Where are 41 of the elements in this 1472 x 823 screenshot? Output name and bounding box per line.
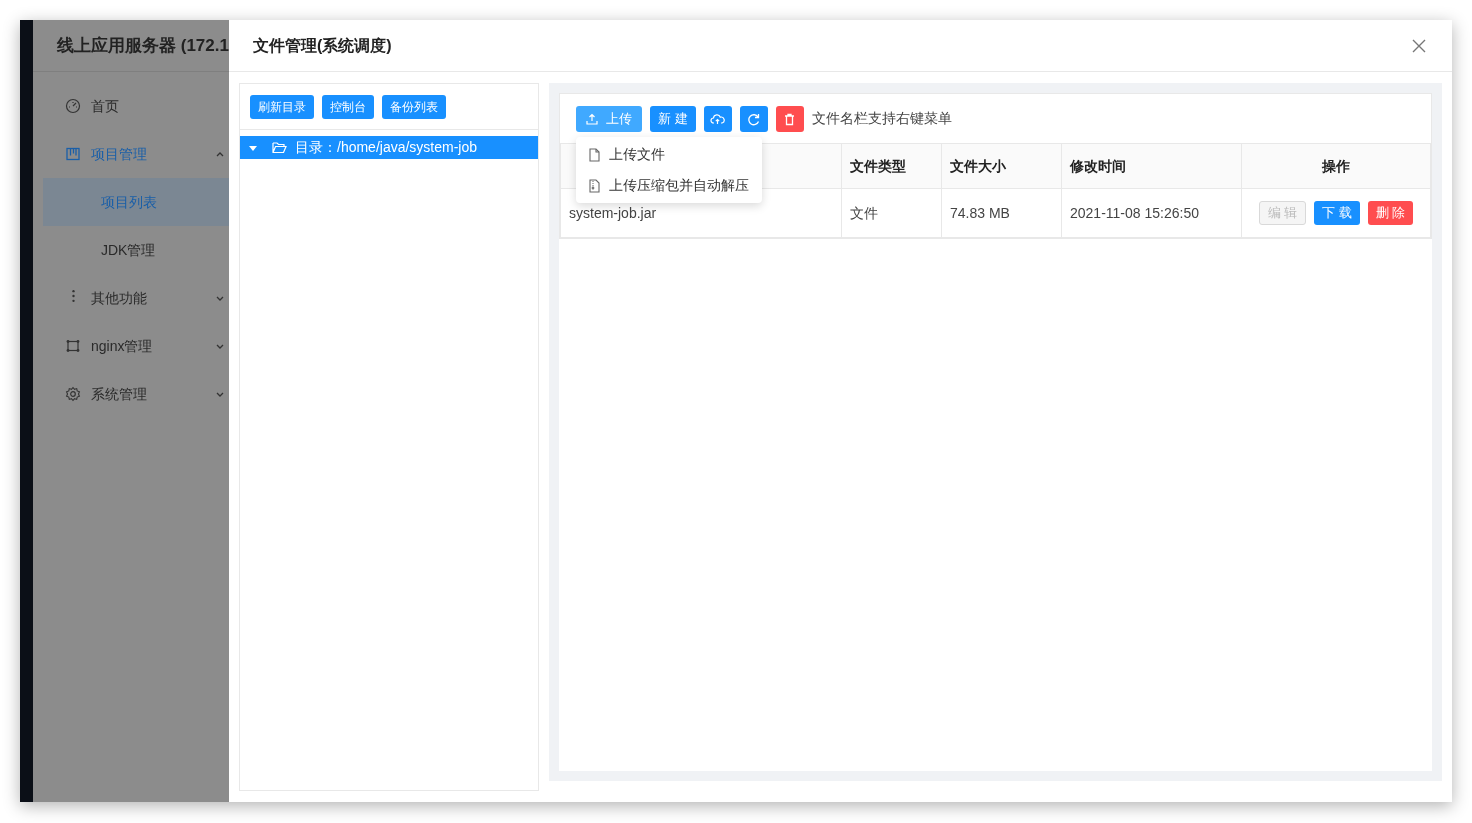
table-cell: 2021-11-08 15:26:50: [1061, 188, 1242, 238]
folder-icon: [272, 141, 287, 154]
gauge-icon: [65, 98, 81, 114]
close-icon[interactable]: [1412, 38, 1426, 53]
menu-item[interactable]: nginx管理: [33, 322, 229, 370]
cloud-upload-icon: [710, 111, 726, 126]
dropdown-item[interactable]: 上传文件: [576, 139, 762, 170]
menu-item[interactable]: 项目管理: [33, 130, 229, 178]
toolbar-button[interactable]: 控制台: [322, 94, 374, 119]
frame-icon: [65, 338, 81, 354]
cloud-button[interactable]: [703, 105, 732, 132]
menu-item[interactable]: 系统管理: [33, 370, 229, 418]
settings-icon: [65, 386, 81, 402]
column-header: 文件大小: [941, 143, 1062, 189]
toolbar-button[interactable]: 备份列表: [382, 94, 446, 119]
dots-icon: [71, 290, 75, 302]
trash-button[interactable]: [775, 105, 804, 132]
dialog-title: 文件管理(系统调度): [253, 35, 392, 56]
zip-file-icon: [588, 178, 601, 193]
app-title: 线上应用服务器 (172.1: [57, 34, 229, 57]
toolbar-button[interactable]: 刷新目录: [250, 94, 314, 119]
menu-item[interactable]: 其他功能: [33, 274, 229, 322]
download-button[interactable]: 下 载: [1314, 201, 1360, 225]
refresh-icon: [746, 111, 762, 126]
hint-text: 文件名栏支持右键菜单: [811, 109, 952, 128]
board-icon: [65, 146, 81, 162]
column-header: 修改时间: [1061, 143, 1242, 189]
menu-item[interactable]: 首页: [33, 82, 229, 130]
table-cell: 文件: [841, 188, 942, 238]
column-header: 文件类型: [841, 143, 942, 189]
file-icon: [588, 147, 601, 162]
submenu-item[interactable]: JDK管理: [43, 226, 229, 274]
refresh-button[interactable]: [739, 105, 768, 132]
upload-icon: [586, 112, 598, 125]
table-cell: 74.83 MB: [941, 188, 1062, 238]
upload-button[interactable]: 上传: [576, 105, 642, 132]
delete-button[interactable]: 删 除: [1367, 201, 1414, 225]
new-button[interactable]: 新 建: [650, 105, 696, 132]
column-header: 操作: [1241, 143, 1431, 189]
tree-node[interactable]: 目录：/home/java/system-job: [240, 136, 538, 159]
submenu-item[interactable]: 项目列表: [43, 178, 229, 226]
